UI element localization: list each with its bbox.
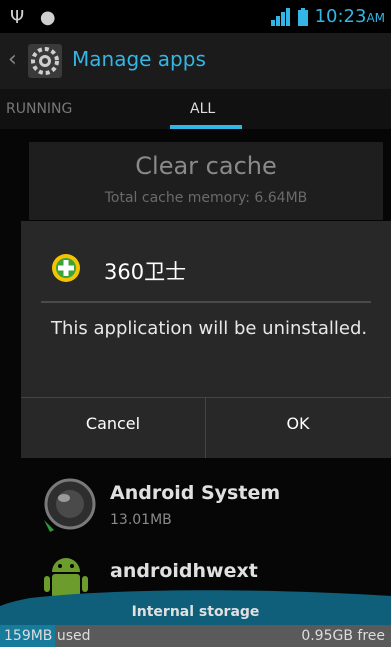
app-name: androidhwext xyxy=(110,560,258,582)
android-system-icon xyxy=(44,478,96,532)
usb-icon: Ψ xyxy=(10,7,25,28)
tab-all[interactable]: ALL xyxy=(190,101,215,117)
back-chevron-icon[interactable]: ‹ xyxy=(8,47,17,72)
uninstall-dialog: 360卫士 This application will be uninstall… xyxy=(21,221,391,458)
settings-gear-icon[interactable] xyxy=(26,42,64,80)
signal-icon xyxy=(271,8,291,26)
storage-used-text: 159MB used xyxy=(4,628,91,644)
storage-label: Internal storage xyxy=(131,604,260,620)
battery-charging-icon xyxy=(297,8,308,26)
app-360-icon xyxy=(52,254,80,282)
clear-cache-title: Clear cache xyxy=(135,152,277,180)
app-size: 13.01MB xyxy=(110,512,172,528)
dialog-divider xyxy=(41,301,371,303)
tab-bar: RUNNING ALL xyxy=(0,89,391,129)
ok-button[interactable]: OK xyxy=(206,398,390,458)
status-bar: Ψ ● 10:23AM xyxy=(0,0,391,33)
app-name: Android System xyxy=(110,482,281,504)
list-item[interactable]: Android System 13.01MB xyxy=(0,470,391,540)
dialog-message: This application will be uninstalled. xyxy=(51,318,368,339)
action-bar[interactable]: ‹ Manage apps xyxy=(0,33,391,89)
cancel-button[interactable]: Cancel xyxy=(21,398,205,458)
storage-free-text: 0.95GB free xyxy=(301,628,385,644)
clock: 10:23 xyxy=(314,6,367,27)
android-debug-icon: ● xyxy=(39,7,56,28)
page-title: Manage apps xyxy=(72,47,206,71)
clear-cache-subtitle: Total cache memory: 6.64MB xyxy=(104,190,308,206)
status-right: 10:23AM xyxy=(269,6,385,27)
dialog-title: 360卫士 xyxy=(104,260,187,284)
clock-ampm: AM xyxy=(366,11,385,25)
tab-running[interactable]: RUNNING xyxy=(6,101,72,117)
notification-icons: Ψ ● xyxy=(10,7,56,28)
clear-cache-button[interactable]: Clear cache Total cache memory: 6.64MB xyxy=(29,142,383,220)
